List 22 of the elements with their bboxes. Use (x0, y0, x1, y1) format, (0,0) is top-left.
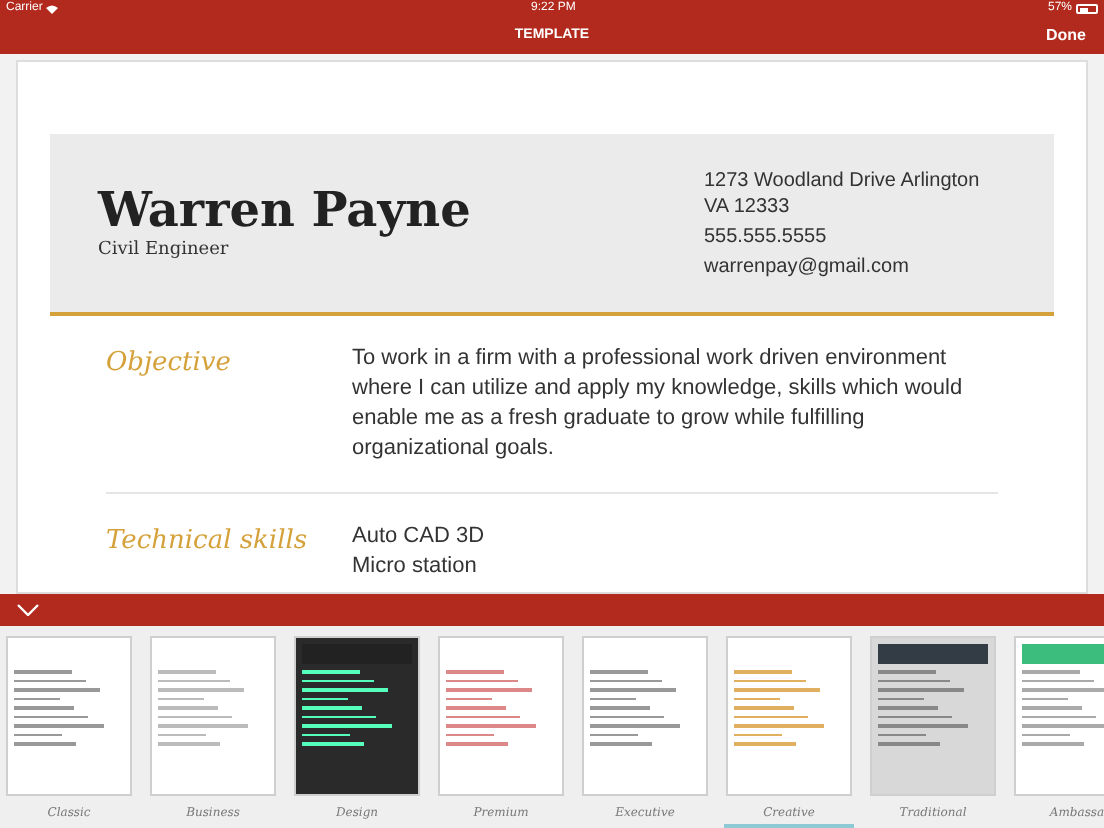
resume-address: 1273 Woodland Drive Arlington VA 12333 (704, 167, 982, 219)
template-thumbnail[interactable] (6, 636, 132, 796)
template-thumbnail[interactable] (294, 636, 420, 796)
template-thumbnail[interactable] (438, 636, 564, 796)
section-heading: Technical skills (106, 524, 310, 560)
template-thumbnail[interactable] (870, 636, 996, 796)
template-thumbnail[interactable] (582, 636, 708, 796)
chevron-down-icon[interactable] (16, 604, 40, 616)
battery-icon (1076, 4, 1098, 14)
done-button[interactable]: Done (1046, 24, 1086, 48)
wifi-icon (46, 4, 59, 14)
template-thumbnail[interactable] (1014, 636, 1104, 796)
section-text: Micro station (352, 552, 479, 582)
resume-name: Warren Payne (98, 181, 471, 238)
section-text: To work in a firm with a professional work driven environment where I can utilize and apply my knowledge, skills which would enable me as a fresh graduate to grow while fulfilling organizational goals. (352, 344, 965, 464)
template-thumbnail[interactable] (726, 636, 852, 796)
section-text: Auto CAD 3D (352, 522, 485, 552)
template-thumbnail[interactable] (150, 636, 276, 796)
resume-phone: 555.555.5555 (704, 223, 829, 249)
resume-role: Civil Engineer (98, 237, 231, 264)
section-heading: Objective (106, 346, 233, 382)
resume-email: warrenpay@gmail.com (704, 253, 911, 279)
